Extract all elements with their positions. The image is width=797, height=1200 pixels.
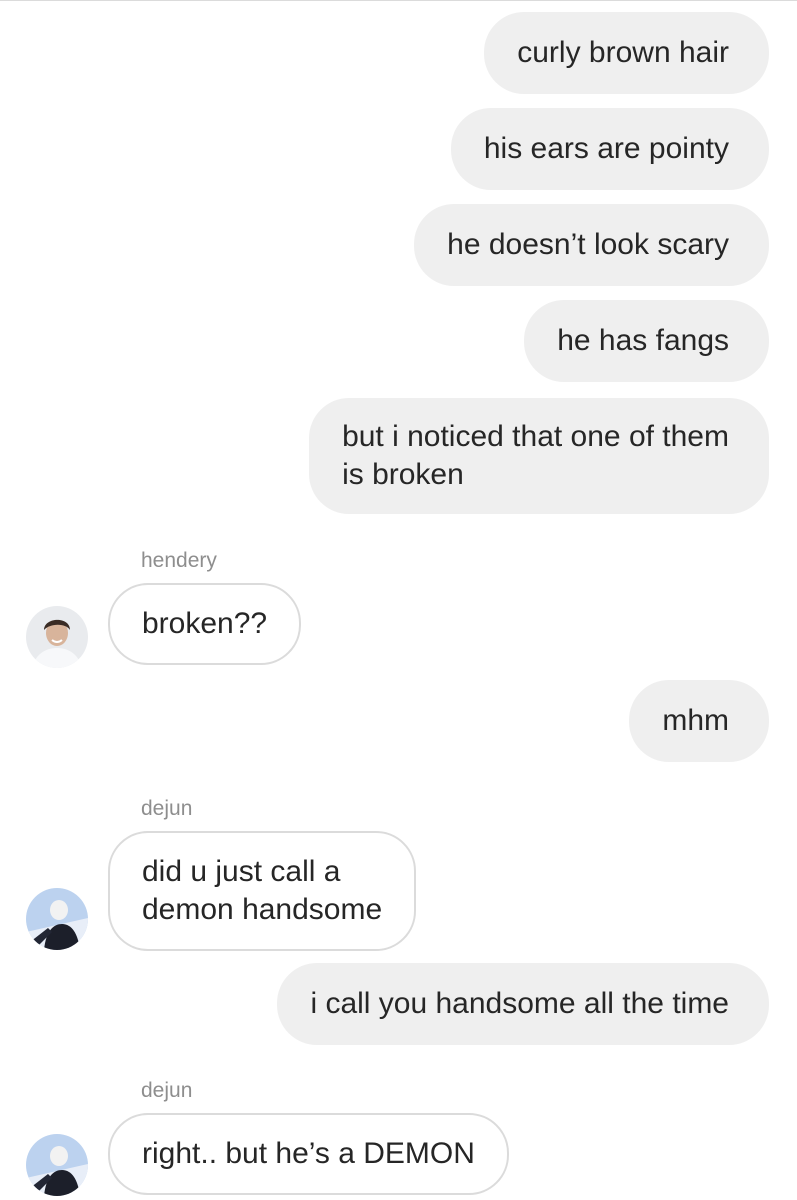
message-text: right.. but he’s a DEMON bbox=[142, 1137, 475, 1170]
message-text-line: demon handsome bbox=[142, 893, 383, 926]
message-text-line: but i noticed that one of them bbox=[342, 420, 729, 453]
message-bubble-outgoing[interactable]: mhm bbox=[629, 680, 769, 762]
message-text: he doesn’t look scary bbox=[447, 228, 729, 261]
message-text: curly brown hair bbox=[517, 36, 729, 69]
message-text: he has fangs bbox=[557, 324, 729, 357]
avatar-dejun[interactable] bbox=[26, 1134, 88, 1196]
message-bubble-outgoing[interactable]: but i noticed that one of them is broken bbox=[309, 398, 769, 514]
message-text: his ears are pointy bbox=[483, 132, 729, 165]
sender-name: dejun bbox=[141, 1079, 193, 1102]
sender-name: hendery bbox=[141, 549, 217, 572]
sender-name: dejun bbox=[141, 797, 193, 820]
message-bubble-outgoing[interactable]: he doesn’t look scary bbox=[414, 204, 769, 286]
message-text: i call you handsome all the time bbox=[310, 987, 729, 1020]
message-bubble-outgoing[interactable]: i call you handsome all the time bbox=[277, 963, 769, 1045]
profile-photo-icon bbox=[26, 888, 88, 950]
avatar-dejun[interactable] bbox=[26, 888, 88, 950]
top-divider bbox=[0, 0, 797, 1]
message-text-line: did u just call a bbox=[142, 855, 341, 888]
message-bubble-outgoing[interactable]: he has fangs bbox=[524, 300, 769, 382]
message-text: broken?? bbox=[142, 607, 268, 640]
message-bubble-incoming[interactable]: right.. but he’s a DEMON bbox=[108, 1113, 509, 1195]
profile-photo-icon bbox=[26, 606, 88, 668]
message-bubble-outgoing[interactable]: curly brown hair bbox=[484, 12, 769, 94]
message-text-line: is broken bbox=[342, 458, 464, 491]
profile-photo-icon bbox=[26, 1134, 88, 1196]
message-text: mhm bbox=[662, 704, 729, 737]
message-bubble-incoming[interactable]: broken?? bbox=[108, 583, 302, 665]
avatar-hendery[interactable] bbox=[26, 606, 88, 668]
message-bubble-incoming[interactable]: did u just call a demon handsome bbox=[108, 831, 417, 951]
message-bubble-outgoing[interactable]: his ears are pointy bbox=[450, 108, 769, 190]
